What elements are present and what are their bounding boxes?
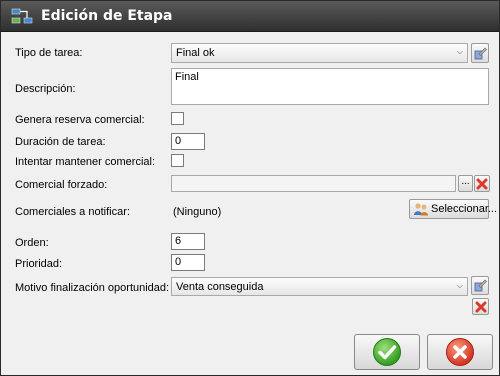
select-salespeople-button[interactable]: Seleccionar... [409,199,497,219]
edit-stage-dialog: Edición de Etapa Tipo de tarea: Final ok… [0,0,500,376]
wrench-edit-icon [474,47,487,60]
order-input[interactable]: 6 [171,233,205,250]
edit-task-type-button[interactable] [471,43,489,63]
dialog-title: Edición de Etapa [41,8,173,24]
description-textarea[interactable]: Final [171,68,489,105]
notify-salespeople-label: Comerciales a notificar: [15,206,130,218]
generate-reservation-checkbox[interactable] [171,112,184,125]
order-value: 6 [175,235,182,247]
description-label: Descripción: [15,83,76,95]
closing-reason-label: Motivo finalización oportunidad: [15,282,170,294]
clear-closing-reason-button[interactable] [472,298,489,315]
notify-salespeople-value: (Ninguno) [173,206,222,218]
closing-reason-value: Venta conseguida [176,281,264,293]
chevron-down-icon: ⌵ [456,281,463,290]
browse-label: ... [461,176,470,187]
green-check-icon [373,338,401,366]
generate-reservation-label: Genera reserva comercial: [15,114,145,126]
task-duration-value: 0 [175,135,182,147]
priority-input[interactable]: 0 [171,254,205,271]
select-salespeople-label: Seleccionar... [431,203,498,215]
edit-closing-reason-button[interactable] [471,276,489,295]
chevron-down-icon: ⌵ [456,47,463,56]
order-label: Orden: [15,237,49,249]
red-x-icon [446,338,474,366]
keep-salesperson-label: Intentar mantener comercial: [15,156,156,168]
task-type-value: Final ok [176,47,215,59]
priority-value: 0 [175,256,182,268]
clear-salesperson-button[interactable] [474,175,490,192]
priority-label: Prioridad: [15,258,63,270]
cancel-button[interactable] [427,334,493,370]
description-value: Final [175,71,199,83]
wrench-edit-icon [474,279,487,292]
forced-salesperson-field[interactable] [171,175,456,192]
forced-salesperson-label: Comercial forzado: [15,179,108,191]
closing-reason-select[interactable]: Venta conseguida ⌵ [171,277,468,296]
red-x-icon [476,178,488,190]
browse-salesperson-button[interactable]: ... [458,175,473,192]
task-duration-input[interactable]: 0 [171,133,205,150]
task-duration-label: Duración de tarea: [15,136,106,148]
task-type-label: Tipo de tarea: [15,47,83,59]
users-icon [414,203,428,216]
title-bar: Edición de Etapa [1,1,499,32]
task-type-select[interactable]: Final ok ⌵ [171,43,468,63]
stage-flow-icon [11,8,33,24]
accept-button[interactable] [354,334,420,370]
red-x-icon [475,301,486,313]
keep-salesperson-checkbox[interactable] [171,154,184,167]
